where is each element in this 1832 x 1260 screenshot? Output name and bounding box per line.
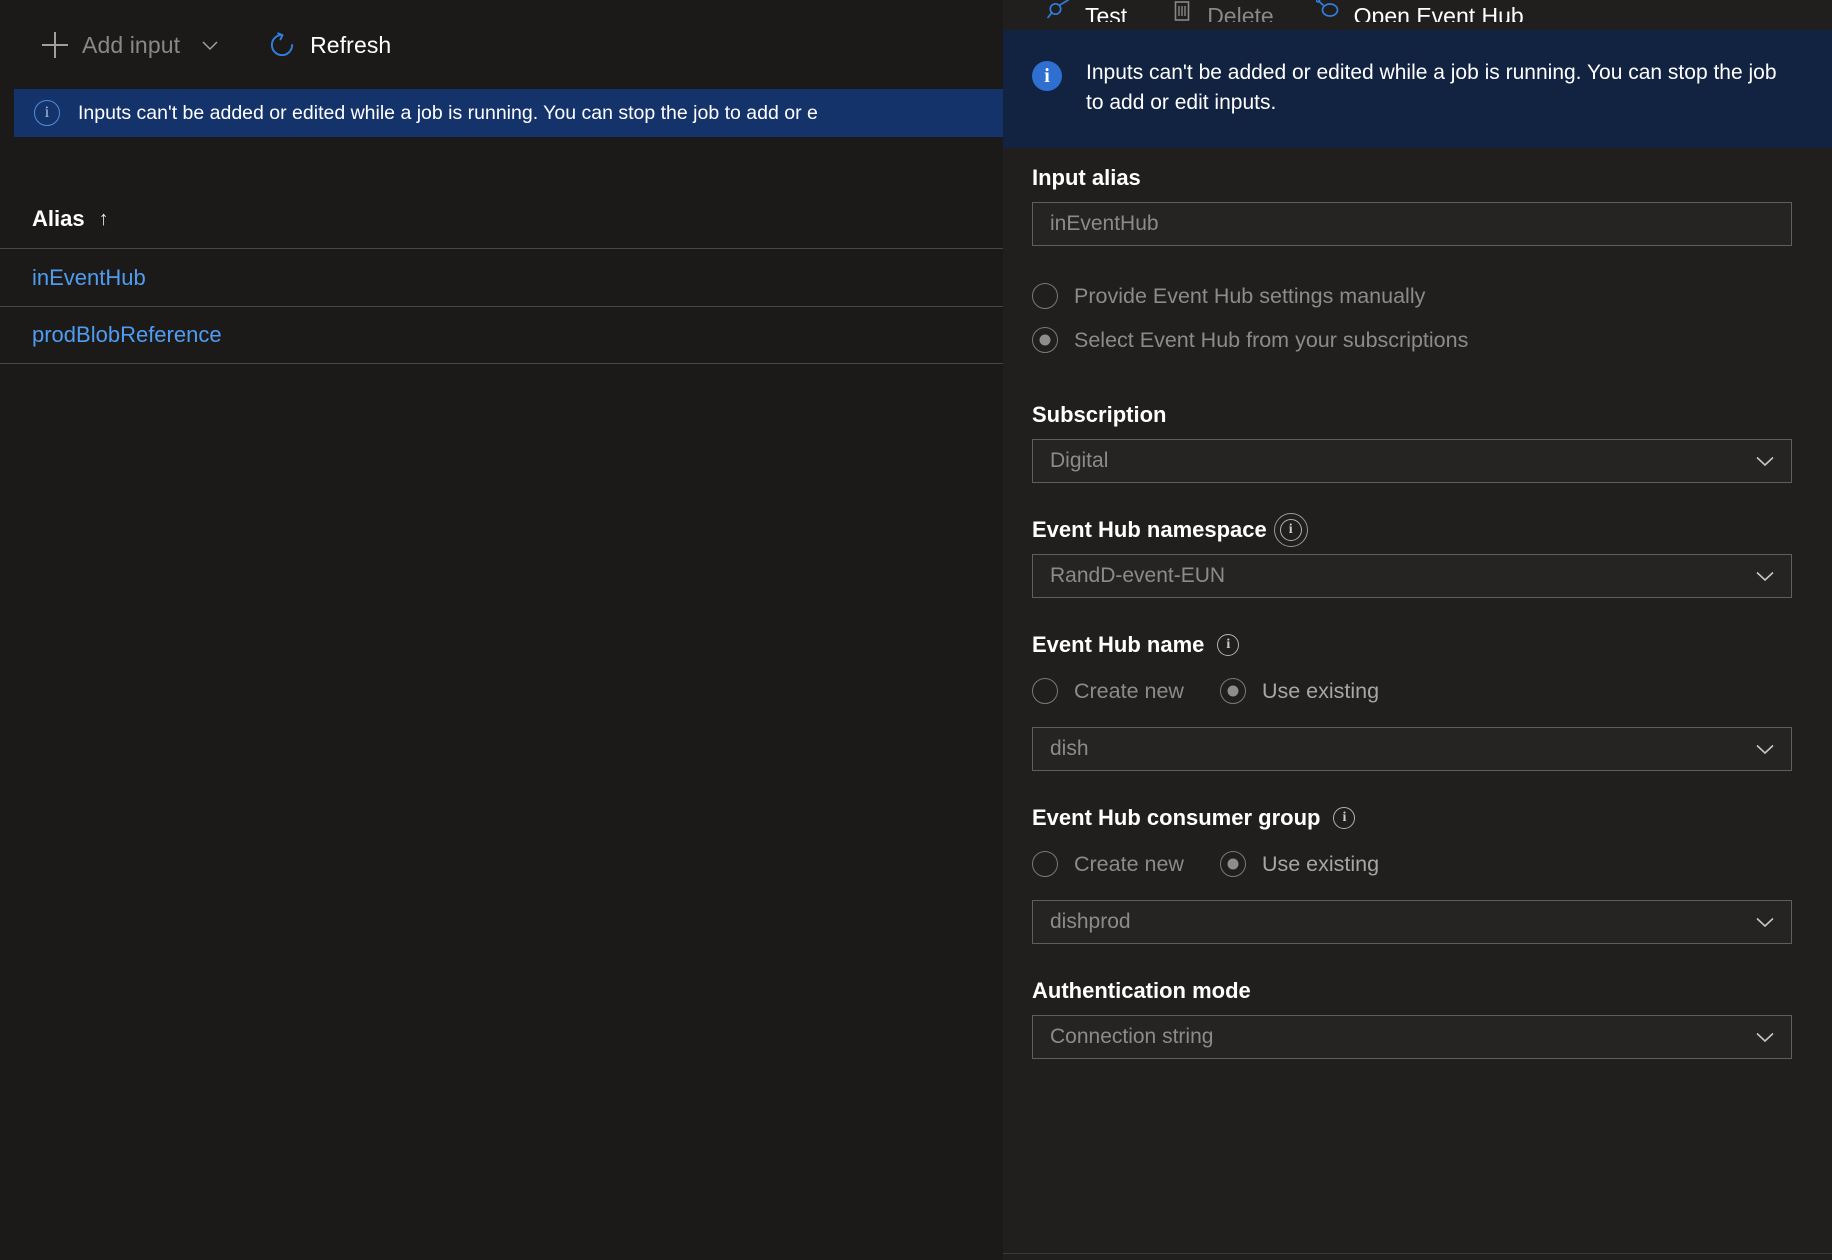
namespace-value: RandD-event-EUN xyxy=(1050,564,1226,587)
refresh-label: Refresh xyxy=(310,31,392,58)
input-details-form: Input alias inEventHub Provide Event Hub… xyxy=(1003,165,1832,1059)
column-header-label: Alias xyxy=(32,206,85,231)
consumer-group-label: Event Hub consumer group xyxy=(1032,805,1321,830)
chevron-down-icon xyxy=(1756,917,1774,928)
inputs-grid: Alias ↑ inEventHub prodBlobReference xyxy=(0,190,1003,364)
chevron-down-icon xyxy=(1756,456,1774,467)
app-screen: Add input Refresh Inputs can't be added … xyxy=(0,0,1832,1260)
delete-label: Delete xyxy=(1207,3,1274,23)
right-info-banner-text: Inputs can't be added or edited while a … xyxy=(1086,61,1777,114)
radio-circle-selected-icon xyxy=(1219,851,1246,877)
radio-label: Create new xyxy=(1074,851,1184,876)
panel-bottom-divider xyxy=(1003,1253,1832,1254)
radio-circle-selected-icon xyxy=(1219,678,1246,704)
radio-hub-name-create-new[interactable]: Create new xyxy=(1032,669,1184,713)
auth-mode-value: Connection string xyxy=(1050,1025,1214,1048)
chevron-down-icon xyxy=(202,41,218,51)
consumer-group-value: dishprod xyxy=(1050,910,1131,933)
auth-mode-dropdown[interactable]: Connection string xyxy=(1032,1015,1792,1059)
inputs-list-panel: Add input Refresh Inputs can't be added … xyxy=(0,0,1003,1260)
auth-mode-label: Authentication mode xyxy=(1032,978,1251,1003)
refresh-circular-arrow-icon xyxy=(271,32,294,57)
delete-button[interactable]: Delete xyxy=(1161,0,1281,22)
input-alias-label: Input alias xyxy=(1032,165,1141,190)
radio-hub-name-use-existing[interactable]: Use existing xyxy=(1219,669,1380,713)
consumer-group-label-row: Event Hub consumer group xyxy=(1032,805,1792,831)
table-row[interactable]: inEventHub xyxy=(0,248,1003,306)
radio-label: Use existing xyxy=(1261,851,1380,876)
namespace-label: Event Hub namespace xyxy=(1032,517,1267,542)
radio-provide-settings-manually[interactable]: Provide Event Hub settings manually xyxy=(1032,274,1792,318)
radio-label: Create new xyxy=(1074,678,1184,703)
hub-name-label: Event Hub name xyxy=(1032,632,1205,657)
info-circle-outline-icon[interactable] xyxy=(1333,807,1356,829)
plug-test-icon xyxy=(1047,0,1069,19)
alias-link[interactable]: prodBlobReference xyxy=(32,322,222,348)
radio-circle-icon xyxy=(1032,283,1058,309)
consumer-group-radio-group: Create new Use existing xyxy=(1032,842,1792,886)
add-input-button[interactable]: Add input xyxy=(32,21,230,69)
input-details-toolbar: Test Delete Open Event Hub xyxy=(1003,0,1832,22)
info-circle-filled-icon xyxy=(1032,61,1062,91)
input-alias-field[interactable]: inEventHub xyxy=(1032,202,1792,246)
input-alias-value: inEventHub xyxy=(1050,212,1159,235)
radio-circle-icon xyxy=(1032,851,1058,877)
subscription-value: Digital xyxy=(1050,449,1109,472)
hub-name-label-row: Event Hub name xyxy=(1032,632,1792,658)
alias-link[interactable]: inEventHub xyxy=(32,265,146,291)
open-event-hub-label: Open Event Hub xyxy=(1353,3,1524,23)
subscription-label: Subscription xyxy=(1032,402,1167,427)
radio-label: Use existing xyxy=(1261,678,1380,703)
open-event-hub-button[interactable]: Open Event Hub xyxy=(1308,0,1532,22)
info-circle-outline-icon xyxy=(34,100,60,126)
event-hub-cloud-icon xyxy=(1315,0,1339,17)
chevron-down-icon xyxy=(1756,1032,1774,1043)
hub-name-radio-group: Create new Use existing xyxy=(1032,669,1792,713)
test-label: Test xyxy=(1085,3,1128,23)
chevron-down-icon xyxy=(1756,744,1774,755)
radio-circle-icon xyxy=(1032,678,1058,704)
radio-consumer-group-use-existing[interactable]: Use existing xyxy=(1219,842,1380,886)
add-input-label: Add input xyxy=(82,31,181,58)
info-circle-outline-icon[interactable] xyxy=(1273,513,1308,547)
trash-can-icon xyxy=(1174,1,1190,21)
sort-ascending-icon: ↑ xyxy=(98,208,109,230)
radio-consumer-group-create-new[interactable]: Create new xyxy=(1032,842,1184,886)
table-row[interactable]: prodBlobReference xyxy=(0,306,1003,364)
right-info-banner: Inputs can't be added or edited while a … xyxy=(1003,30,1832,148)
left-info-banner-text: Inputs can't be added or edited while a … xyxy=(78,101,818,124)
namespace-dropdown[interactable]: RandD-event-EUN xyxy=(1032,554,1792,598)
input-details-panel: Test Delete Open Event Hub i Inputs can'… xyxy=(1003,0,1832,1260)
radio-select-from-subscriptions[interactable]: Select Event Hub from your subscriptions xyxy=(1032,318,1792,362)
namespace-label-row: Event Hub namespace xyxy=(1032,513,1792,547)
radio-label: Select Event Hub from your subscriptions xyxy=(1074,327,1469,352)
hub-name-value: dish xyxy=(1050,737,1089,760)
info-circle-outline-icon[interactable] xyxy=(1217,634,1240,656)
consumer-group-dropdown[interactable]: dishprod xyxy=(1032,900,1792,944)
test-button[interactable]: Test xyxy=(1039,0,1135,22)
inputs-toolbar: Add input Refresh xyxy=(0,0,1003,90)
chevron-down-icon xyxy=(1756,571,1774,582)
grid-column-header-alias[interactable]: Alias ↑ xyxy=(0,190,1003,248)
refresh-button[interactable]: Refresh xyxy=(258,21,401,69)
hub-name-dropdown[interactable]: dish xyxy=(1032,727,1792,771)
left-info-banner: Inputs can't be added or edited while a … xyxy=(14,89,1003,137)
plus-icon xyxy=(42,32,68,58)
radio-circle-selected-icon xyxy=(1032,327,1058,353)
radio-label: Provide Event Hub settings manually xyxy=(1074,283,1426,308)
subscription-dropdown[interactable]: Digital xyxy=(1032,439,1792,483)
